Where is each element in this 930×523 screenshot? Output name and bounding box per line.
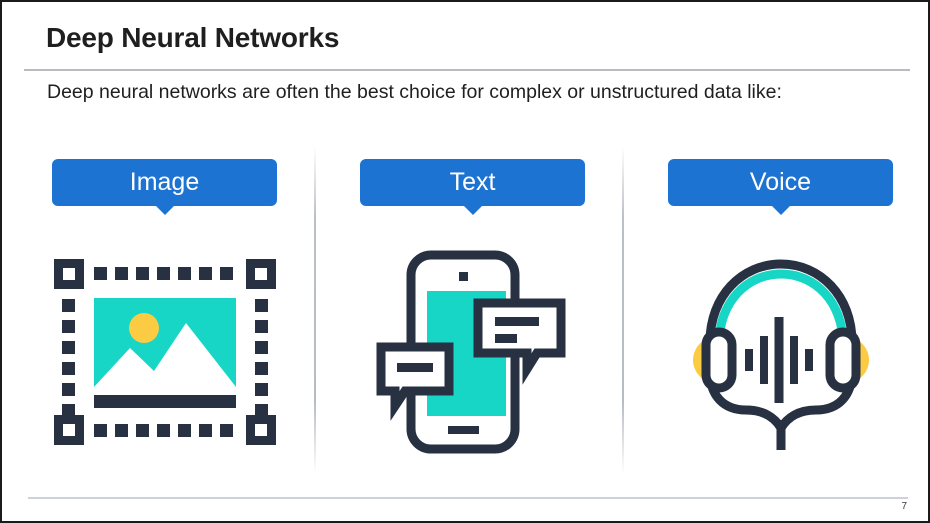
phone-chat-icon [376,250,566,454]
icon-phone-chat-wrap [328,237,618,467]
footer-divider [28,497,908,499]
column-voice: Voice [636,142,926,477]
slide: Deep Neural Networks Deep neural network… [0,0,930,523]
badge-text-label: Text [449,168,496,196]
title-divider [24,69,910,71]
content-columns: Image Text Voice [2,142,928,477]
column-divider-2 [622,146,624,474]
badge-voice-label: Voice [749,168,812,196]
badge-text-tail [464,206,482,215]
icon-headset-waveform-wrap [636,237,926,467]
badge-text[interactable]: Text [360,159,585,206]
badge-voice-tail [772,206,790,215]
slide-subtitle: Deep neural networks are often the best … [47,81,782,103]
badge-image-label: Image [129,168,200,196]
column-image: Image [20,142,310,477]
page-number: 7 [901,501,907,512]
column-divider-1 [314,146,316,474]
badge-image-tail [156,206,174,215]
headset-waveform-icon [693,259,869,450]
image-frame-icon [54,259,276,445]
badge-image[interactable]: Image [52,159,277,206]
badge-voice[interactable]: Voice [668,159,893,206]
page-title: Deep Neural Networks [46,22,340,53]
column-text: Text [328,142,618,477]
icon-image-frame-wrap [20,237,310,467]
